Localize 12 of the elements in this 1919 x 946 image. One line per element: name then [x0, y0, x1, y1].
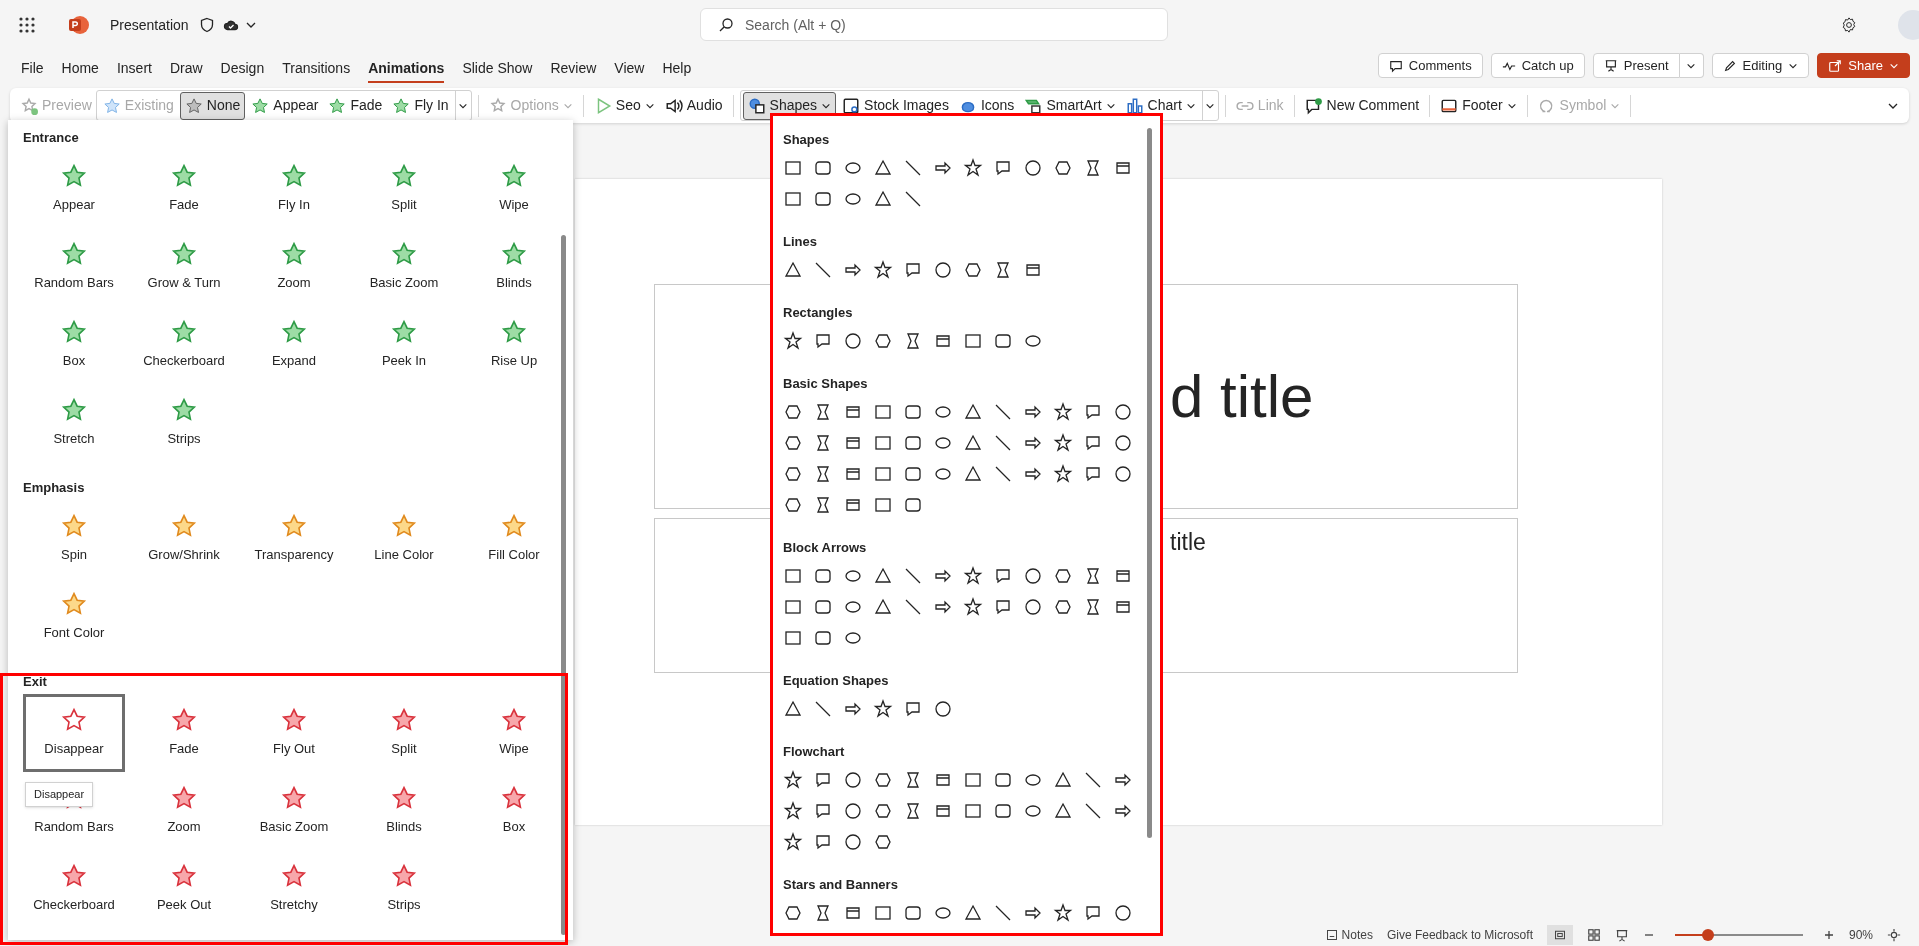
section-heading: Basic Shapes — [783, 375, 869, 393]
section-heading: Lines — [783, 233, 818, 251]
section-heading: Shapes — [783, 131, 831, 149]
section-heading: Equation Shapes — [783, 672, 890, 690]
tooltip: Disappear — [25, 782, 94, 807]
section-heading: Emphasis — [23, 479, 86, 497]
section-heading: Entrance — [23, 129, 80, 147]
section-heading: Block Arrows — [783, 539, 868, 557]
section-heading: Stars and Banners — [783, 876, 899, 894]
section-heading: Flowchart — [783, 743, 846, 761]
section-heading: Rectangles — [783, 304, 854, 322]
section-heading: Exit — [23, 673, 48, 691]
